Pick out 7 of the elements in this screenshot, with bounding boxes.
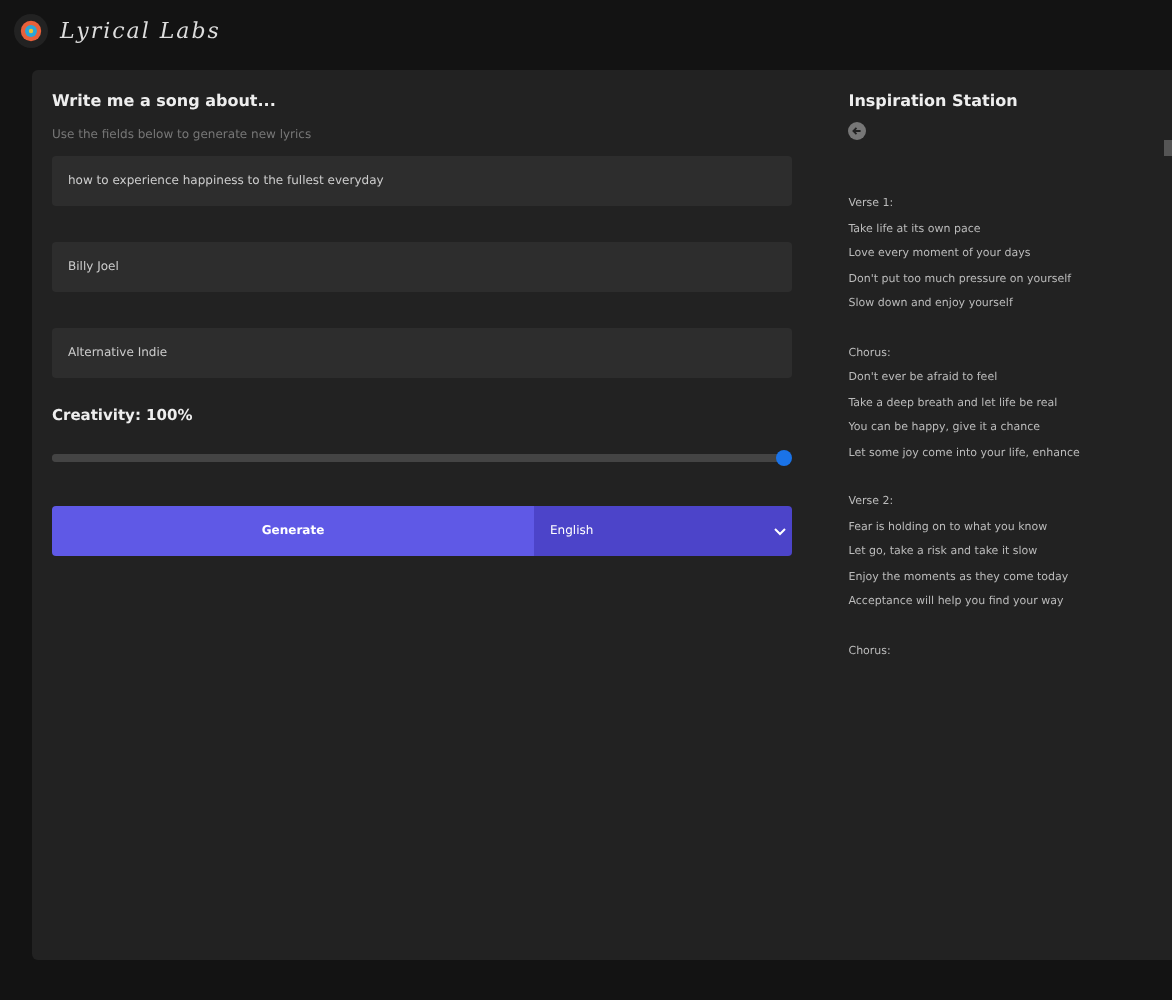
logo-text: Lyrical Labs bbox=[60, 17, 221, 43]
form-title: Write me a song about... bbox=[52, 92, 278, 110]
chevron-icon bbox=[774, 527, 787, 535]
inspiration-title: Inspiration Station bbox=[848, 92, 1020, 110]
scrollbar[interactable] bbox=[1164, 140, 1172, 156]
logo-icon bbox=[14, 13, 48, 47]
back-icon[interactable] bbox=[848, 122, 867, 140]
